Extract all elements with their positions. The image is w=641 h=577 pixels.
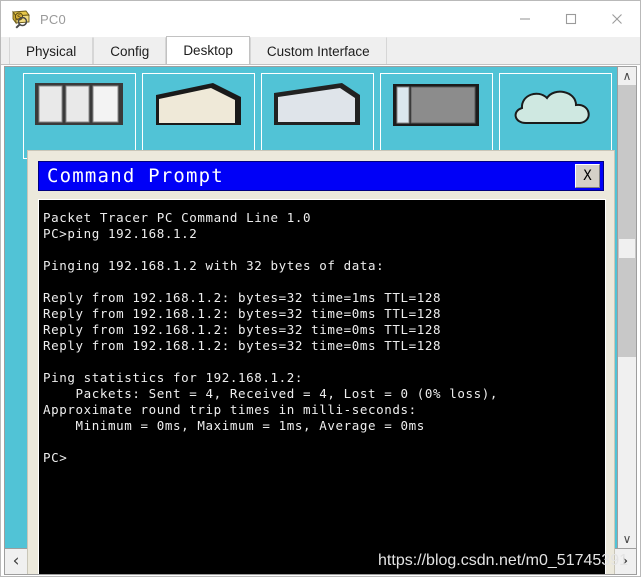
window-title: PC0: [40, 11, 66, 27]
command-prompt-window: Command Prompt X Packet Tracer PC Comman…: [27, 150, 615, 574]
terminal-icon: [274, 83, 360, 125]
vertical-scrollbar-thumb[interactable]: [619, 239, 635, 258]
command-prompt-console[interactable]: Packet Tracer PC Command Line 1.0 PC>pin…: [38, 199, 606, 574]
desktop-tile-5[interactable]: [499, 73, 612, 159]
desktop-tile-4[interactable]: [380, 73, 493, 159]
maximize-icon: [565, 13, 577, 25]
maximize-button[interactable]: [548, 2, 594, 36]
scroll-left-button[interactable]: ‹: [5, 549, 27, 574]
desktop-tile-3[interactable]: [261, 73, 374, 159]
chevron-left-icon: ‹: [12, 551, 20, 571]
window-titlebar: S PC0: [1, 1, 640, 37]
command-prompt-icon: [393, 84, 479, 126]
close-icon: [612, 14, 622, 24]
tab-bar: Physical Config Desktop Custom Interface: [1, 36, 640, 65]
dial-up-icon: [156, 83, 241, 125]
tab-config[interactable]: Config: [93, 37, 167, 64]
chevron-up-icon: ∧: [622, 69, 632, 83]
vertical-scrollbar-lower-track[interactable]: [618, 357, 636, 530]
tab-desktop[interactable]: Desktop: [166, 36, 250, 64]
window-controls: [502, 2, 640, 36]
web-browser-icon: [514, 90, 590, 124]
scroll-right-button[interactable]: ›: [614, 549, 636, 574]
minimize-icon: [520, 18, 530, 20]
vertical-scrollbar[interactable]: ∧ ∨: [617, 67, 636, 548]
tab-custom-interface[interactable]: Custom Interface: [249, 37, 387, 64]
close-button[interactable]: [594, 2, 640, 36]
scroll-up-button[interactable]: ∧: [618, 67, 636, 85]
tab-physical[interactable]: Physical: [9, 37, 94, 64]
command-prompt-close-button[interactable]: X: [575, 164, 600, 188]
command-prompt-title: Command Prompt: [47, 165, 224, 187]
chevron-right-icon: ›: [621, 551, 629, 571]
desktop-tile-1[interactable]: [23, 73, 136, 159]
ip-configuration-icon: [35, 83, 123, 125]
console-output: Packet Tracer PC Command Line 1.0 PC>pin…: [43, 210, 499, 465]
desktop-panel: ∧ ∨ ‹ › Command Prompt X Packet Tracer P…: [4, 66, 637, 575]
packet-tracer-pc-icon: S: [10, 8, 32, 30]
chevron-down-icon: ∨: [622, 532, 632, 546]
pc0-window: S PC0 Physical Config Desktop Custom Int…: [0, 0, 641, 577]
minimize-button[interactable]: [502, 2, 548, 36]
desktop-tile-2[interactable]: [142, 73, 255, 159]
command-prompt-titlebar[interactable]: Command Prompt X: [38, 161, 604, 191]
scroll-down-button[interactable]: ∨: [618, 530, 636, 548]
